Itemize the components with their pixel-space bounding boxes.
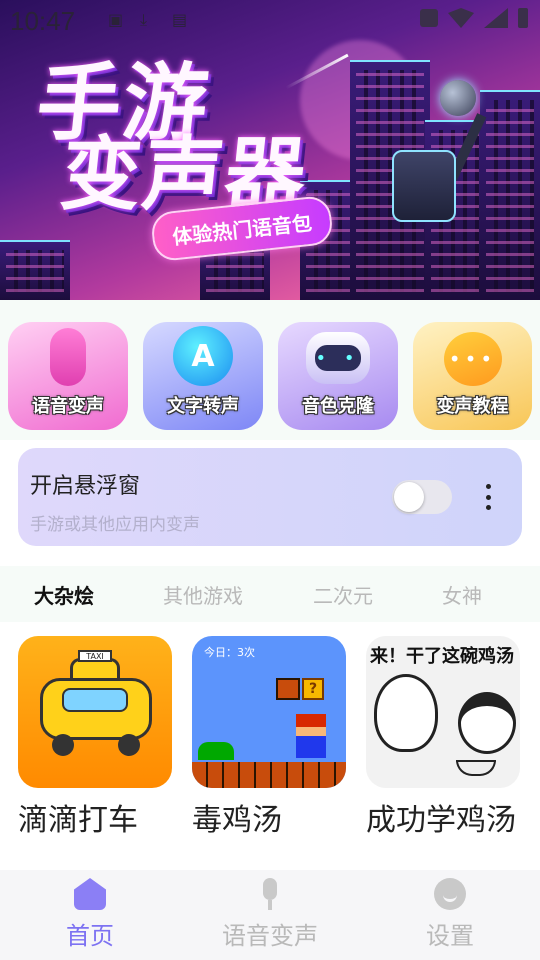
floating-window-card: 开启悬浮窗 手游或其他应用内变声	[18, 448, 522, 546]
list-item[interactable]: 今日：3次 ? 毒鸡汤	[192, 636, 348, 842]
floating-window-toggle[interactable]	[392, 480, 452, 514]
nav-settings[interactable]: 设置	[370, 878, 530, 951]
smile-icon	[434, 878, 466, 910]
letter-a-icon: A	[173, 326, 233, 386]
status-time: 10:47	[10, 6, 76, 36]
floating-window-title: 开启悬浮窗	[30, 474, 141, 499]
bowl-shape	[456, 760, 496, 776]
wheel-shape	[52, 734, 74, 756]
feature-label: 变声教程	[436, 396, 509, 417]
item-title: 毒鸡汤	[192, 803, 282, 838]
building-decoration	[0, 240, 70, 300]
list-item[interactable]: TAXI 滴滴打车	[18, 636, 174, 842]
bush-shape	[198, 742, 234, 760]
microphone-illustration	[440, 80, 476, 116]
building-decoration	[480, 90, 540, 300]
voice-pack-grid: TAXI 滴滴打车 今日：3次 ? 毒鸡汤 来！干了这碗鸡汤 成功学鸡汤	[0, 622, 540, 870]
feature-row: 语音变声 A 文字转声 音色克隆 ••• 变声教程	[0, 300, 540, 440]
taxi-icon: TAXI	[18, 636, 172, 788]
microphone-icon	[50, 328, 86, 386]
meme-face-shape	[458, 692, 516, 754]
signal-icon	[484, 8, 508, 28]
tab-other-games[interactable]: 其他游戏	[163, 580, 243, 609]
radio-illustration	[392, 150, 456, 222]
feature-label: 音色克隆	[302, 396, 374, 417]
nav-home[interactable]: 首页	[10, 878, 170, 951]
floating-window-subtitle: 手游或其他应用内变声	[30, 515, 200, 535]
image-notification-icon: ▣	[108, 10, 124, 29]
thumb-counter-text: 今日：3次	[204, 646, 255, 659]
question-block-shape: ?	[302, 678, 324, 700]
meme-face-shape	[374, 674, 438, 752]
feature-label: 文字转声	[167, 396, 239, 417]
hero-banner[interactable]: 手游 变声器 体验热门语音包	[0, 0, 540, 300]
wifi-icon	[448, 8, 474, 28]
more-options-icon[interactable]	[482, 484, 494, 510]
download-icon: ⤓	[140, 10, 148, 29]
tab-mixed[interactable]: 大杂烩	[34, 580, 94, 613]
item-title: 滴滴打车	[18, 803, 138, 838]
status-right-icons	[420, 8, 528, 28]
mario-character-shape	[296, 714, 326, 758]
feature-voice-change[interactable]: 语音变声	[8, 322, 128, 430]
work-profile-icon	[420, 9, 438, 27]
home-icon	[74, 878, 106, 910]
mario-game-icon: 今日：3次 ?	[192, 636, 346, 788]
taxi-window-shape	[62, 688, 128, 712]
nav-label: 设置	[426, 922, 474, 950]
nav-label: 语音变声	[222, 922, 318, 950]
microphone-icon	[254, 878, 286, 910]
app-notification-icon: ▤	[172, 10, 188, 29]
wheel-shape	[118, 734, 140, 756]
feature-voice-clone[interactable]: 音色克隆	[278, 322, 398, 430]
brick-block-shape	[276, 678, 300, 700]
feature-tutorial[interactable]: ••• 变声教程	[413, 322, 532, 430]
meme-caption: 来！干了这碗鸡汤	[370, 646, 514, 667]
status-bar: 10:47 ▣ ⤓ ▤	[0, 0, 540, 40]
nav-label: 首页	[66, 922, 114, 950]
taxi-sign: TAXI	[78, 650, 112, 662]
item-title: 成功学鸡汤	[366, 803, 516, 838]
list-item[interactable]: 来！干了这碗鸡汤 成功学鸡汤	[366, 636, 522, 842]
nav-voice-change[interactable]: 语音变声	[190, 878, 350, 951]
chat-bubble-icon: •••	[443, 332, 502, 386]
meme-icon: 来！干了这碗鸡汤	[366, 636, 520, 788]
feature-label: 语音变声	[32, 396, 104, 417]
toggle-knob	[394, 482, 424, 512]
feature-text-to-speech[interactable]: A 文字转声	[143, 322, 263, 430]
category-tabs: 大杂烩 其他游戏 二次元 女神	[0, 566, 540, 622]
robot-icon	[306, 332, 370, 384]
ground-bricks-shape	[192, 762, 346, 788]
battery-icon	[518, 8, 528, 28]
bottom-navigation: 首页 语音变声 设置	[0, 870, 540, 960]
tab-goddess[interactable]: 女神	[442, 580, 482, 609]
tab-anime[interactable]: 二次元	[313, 580, 373, 609]
